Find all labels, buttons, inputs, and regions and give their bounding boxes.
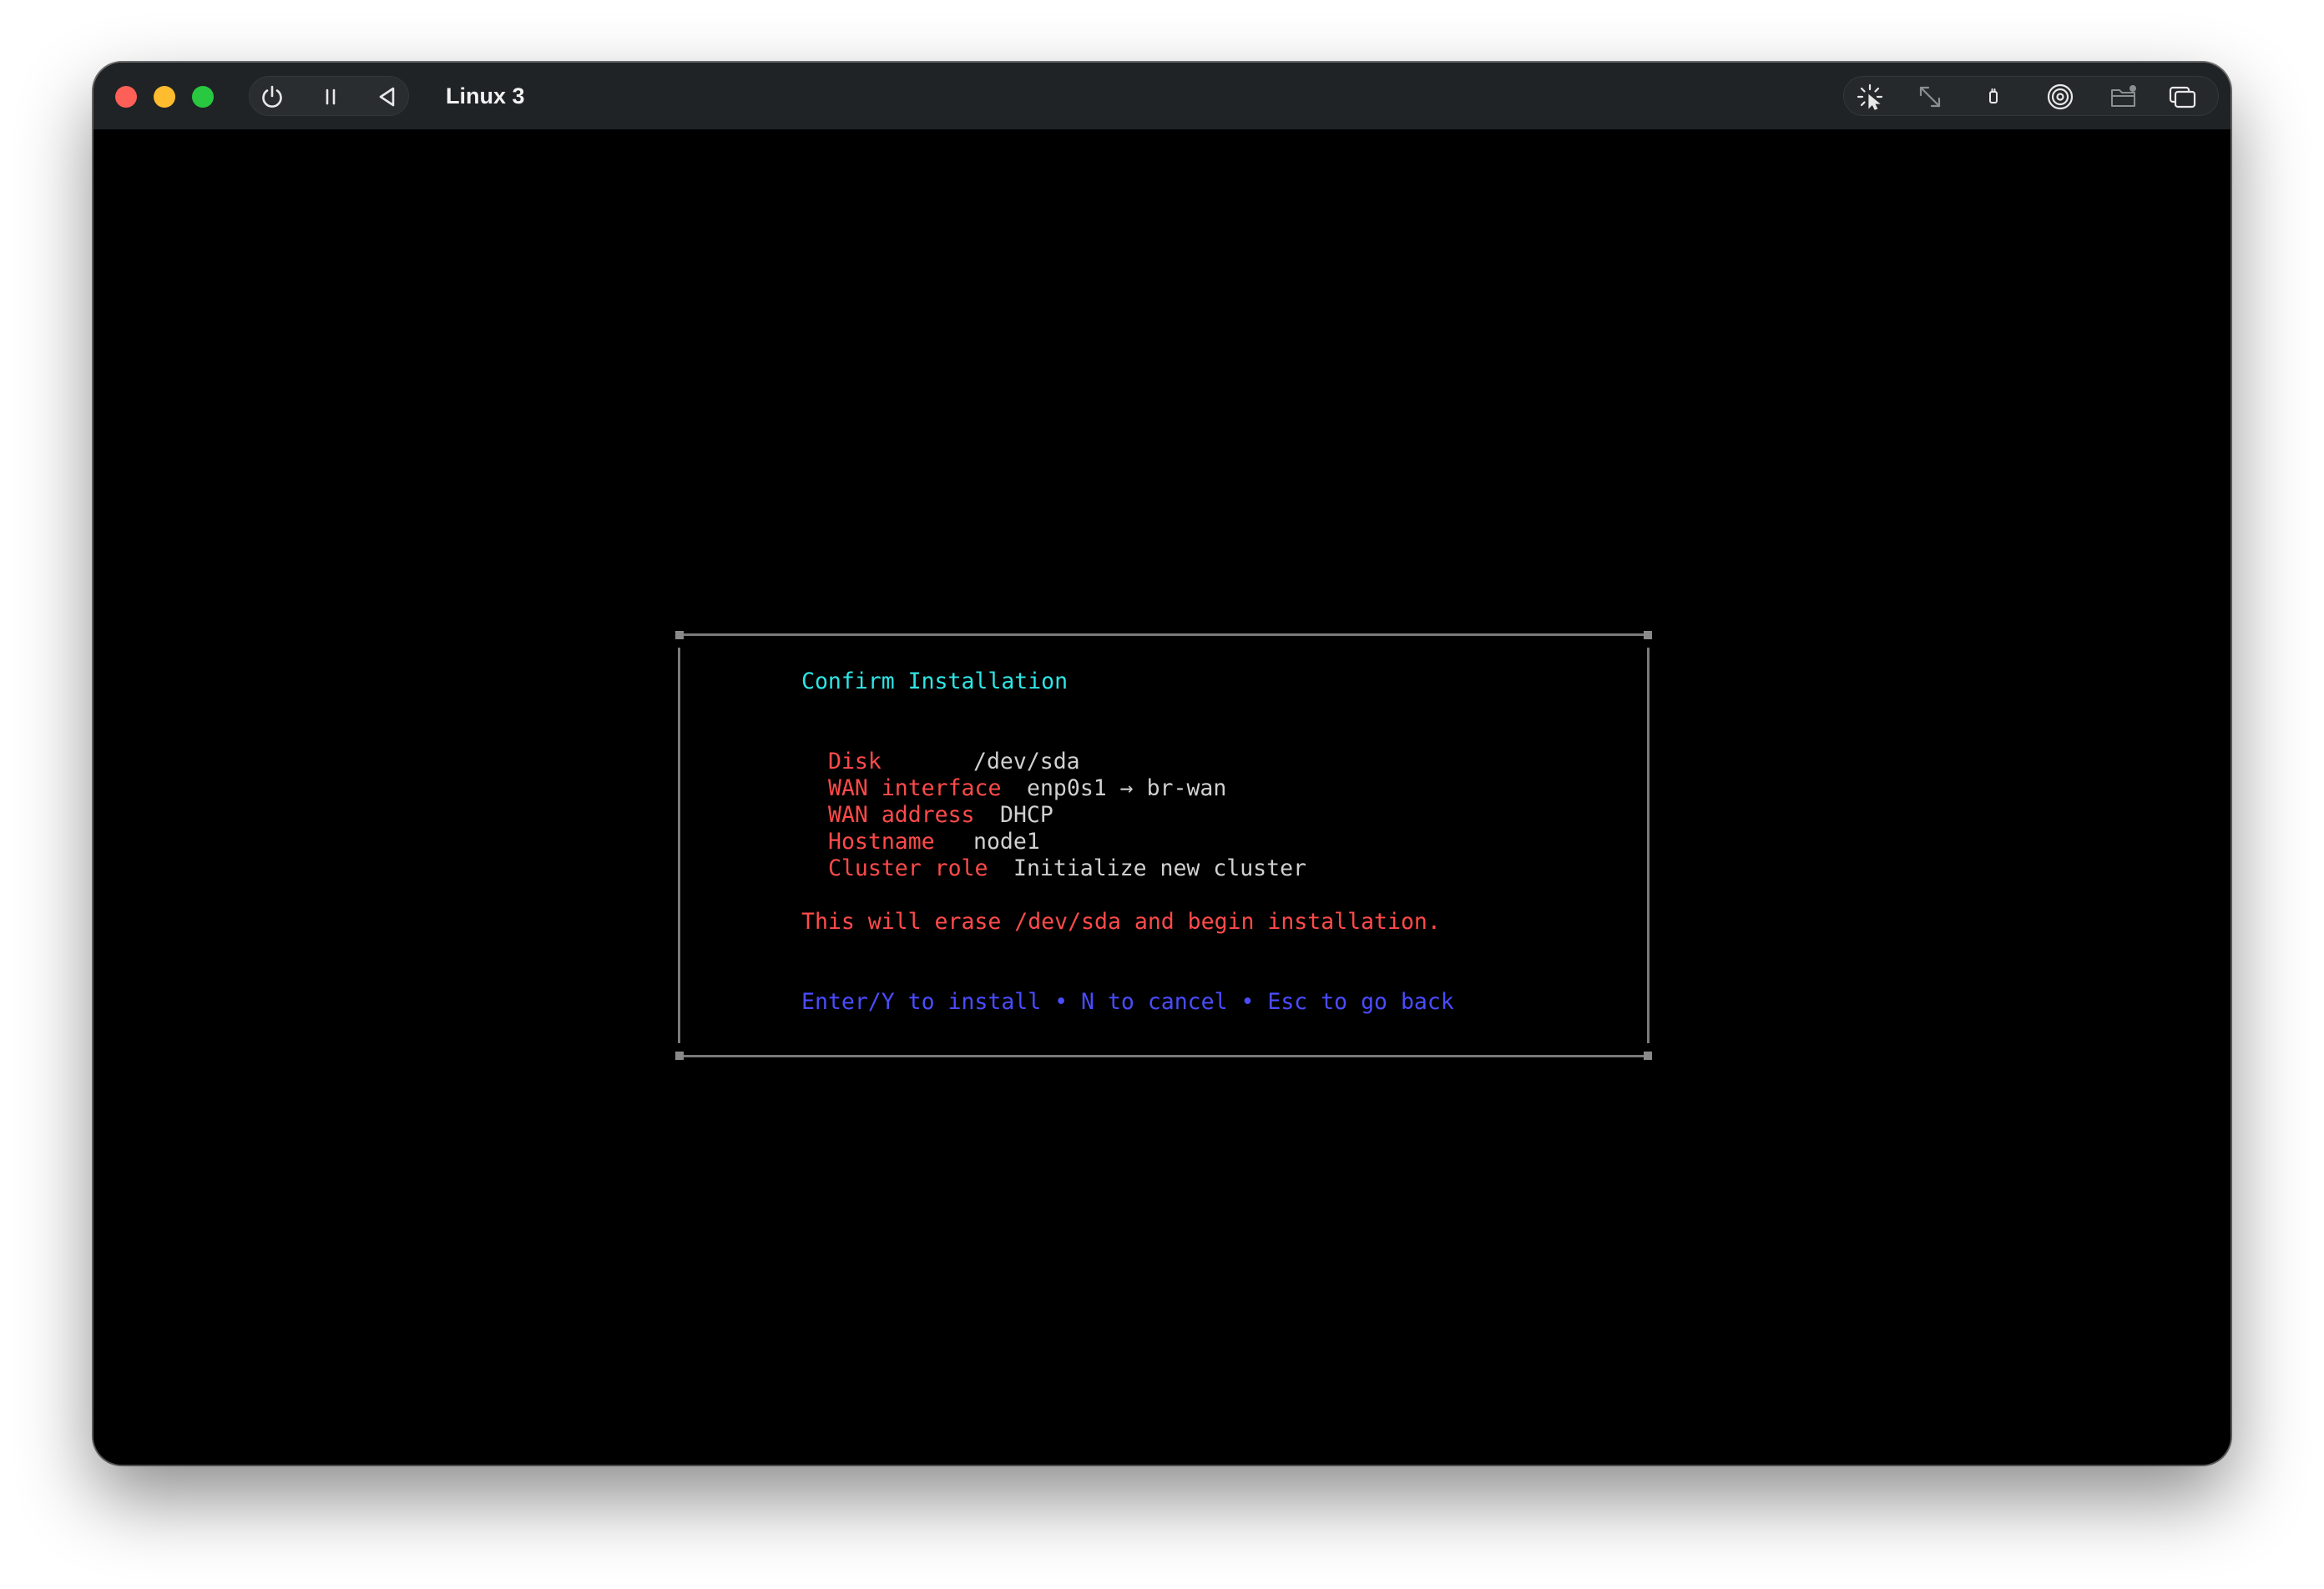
pause-icon[interactable] [316,83,345,111]
capture-pointer-icon[interactable] [1854,81,1886,113]
dialog-corner [1644,1052,1652,1060]
disk-label: Disk [828,749,882,774]
dialog-corner [675,1052,684,1060]
window-title: Linux 3 [446,83,525,108]
shared-folder-icon[interactable] [2108,81,2140,113]
dialog-corner [675,631,684,639]
vm-screen[interactable]: Confirm Installation Disk /dev/sda WAN i… [93,129,2231,1465]
back-icon[interactable] [373,83,402,111]
display-icon[interactable] [2166,81,2198,113]
dialog-title: Confirm Installation [801,668,1069,694]
wan-interface-label: WAN interface [828,775,1002,801]
vm-window: Linux 3 Confirm Installation Disk /dev/s… [93,63,2231,1465]
wan-address-value: DHCP [1000,802,1053,828]
key-hints: Enter/Y to install • N to cancel • Esc t… [801,989,1454,1015]
usb-icon[interactable] [1978,81,2009,113]
dialog-corner [1644,631,1652,639]
resize-icon[interactable] [1914,81,1946,113]
power-icon[interactable] [258,83,286,111]
wan-address-label: WAN address [828,802,975,828]
minimize-window-button[interactable] [154,86,175,108]
cluster-role-value: Initialize new cluster [1013,855,1306,881]
disk-value: /dev/sda [973,749,1080,774]
vm-control-group [249,76,409,116]
hostname-label: Hostname [828,829,935,855]
erase-warning: This will erase /dev/sda and begin insta… [801,909,1441,935]
close-window-button[interactable] [115,86,137,108]
dialog-border-right [1647,648,1650,1043]
disc-icon[interactable] [2044,81,2076,113]
confirm-installation-dialog: Confirm Installation Disk /dev/sda WAN i… [675,631,1652,1060]
wan-interface-value: enp0s1 → br-wan [1027,775,1227,801]
maximize-window-button[interactable] [192,86,214,108]
dialog-border-left [678,648,680,1043]
dialog-border-bottom [682,1055,1645,1057]
title-bar: Linux 3 [93,63,2231,129]
cluster-role-label: Cluster role [828,855,988,881]
vm-toolbar-right [1843,76,2219,116]
dialog-border-top [682,633,1645,636]
hostname-value: node1 [973,829,1040,855]
